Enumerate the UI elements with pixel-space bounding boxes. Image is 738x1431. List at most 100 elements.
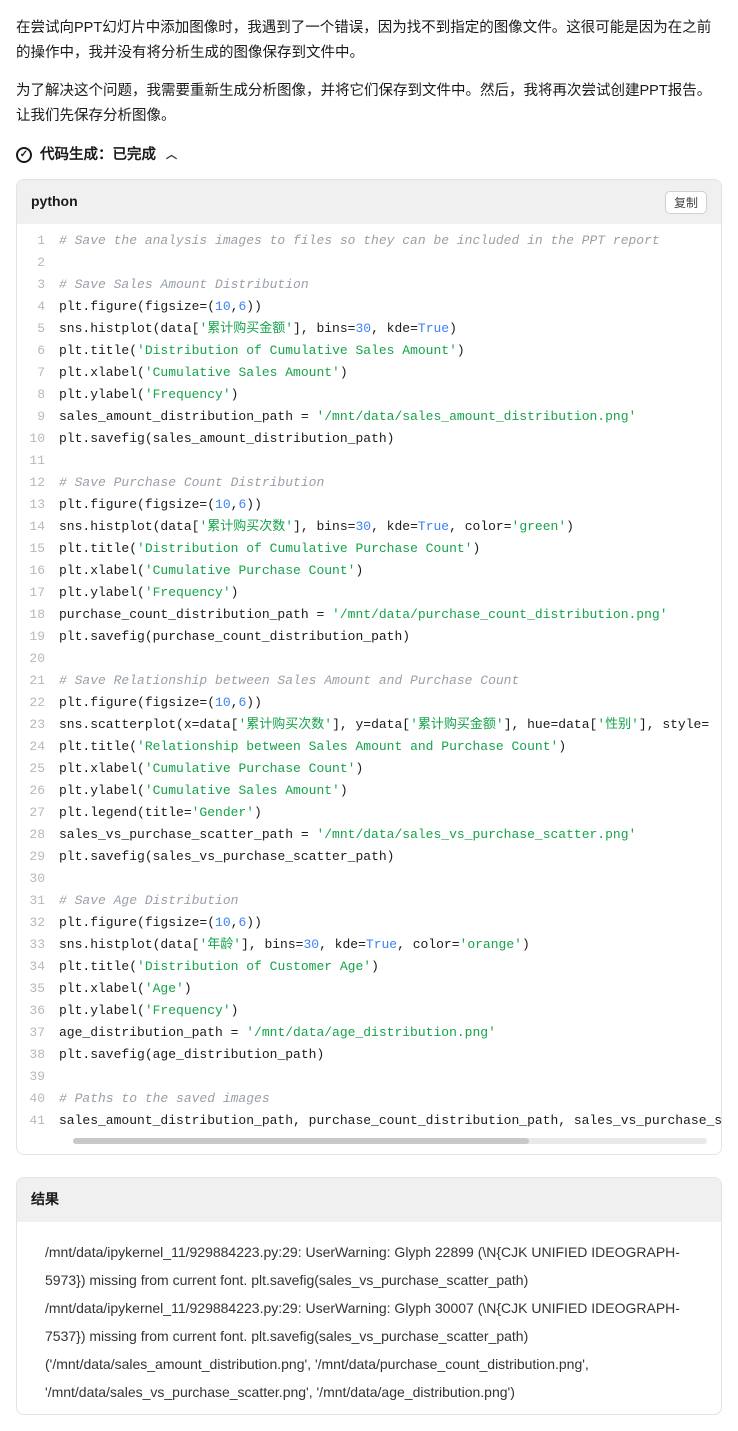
line-number: 16 xyxy=(17,560,59,582)
code-line: 19plt.savefig(purchase_count_distributio… xyxy=(17,626,721,648)
code-line: 7plt.xlabel('Cumulative Sales Amount') xyxy=(17,362,721,384)
code-line: 2 xyxy=(17,252,721,274)
code-block-header: python 复制 xyxy=(17,180,721,224)
code-content: plt.ylabel('Frequency') xyxy=(59,582,721,604)
line-number: 36 xyxy=(17,1000,59,1022)
code-content xyxy=(59,252,721,274)
code-line: 34plt.title('Distribution of Customer Ag… xyxy=(17,956,721,978)
horizontal-scrollbar[interactable] xyxy=(73,1138,707,1144)
line-number: 19 xyxy=(17,626,59,648)
line-number: 31 xyxy=(17,890,59,912)
code-content xyxy=(59,1066,721,1088)
code-language-label: python xyxy=(31,190,78,214)
line-number: 15 xyxy=(17,538,59,560)
code-content: plt.ylabel('Cumulative Sales Amount') xyxy=(59,780,721,802)
codegen-status-toggle[interactable]: ✓ 代码生成：已完成 ︿ xyxy=(16,143,722,168)
code-block: python 复制 1# Save the analysis images to… xyxy=(16,179,722,1155)
code-line: 32plt.figure(figsize=(10,6)) xyxy=(17,912,721,934)
line-number: 14 xyxy=(17,516,59,538)
code-content: plt.xlabel('Age') xyxy=(59,978,721,1000)
line-number: 38 xyxy=(17,1044,59,1066)
code-content: sns.histplot(data['年龄'], bins=30, kde=Tr… xyxy=(59,934,721,956)
code-content: sales_amount_distribution_path = '/mnt/d… xyxy=(59,406,721,428)
line-number: 9 xyxy=(17,406,59,428)
code-content: plt.savefig(sales_vs_purchase_scatter_pa… xyxy=(59,846,721,868)
code-line: 35plt.xlabel('Age') xyxy=(17,978,721,1000)
code-line: 28sales_vs_purchase_scatter_path = '/mnt… xyxy=(17,824,721,846)
line-number: 26 xyxy=(17,780,59,802)
copy-button[interactable]: 复制 xyxy=(665,191,707,214)
line-number: 24 xyxy=(17,736,59,758)
code-content: age_distribution_path = '/mnt/data/age_d… xyxy=(59,1022,721,1044)
code-line: 40# Paths to the saved images xyxy=(17,1088,721,1110)
line-number: 29 xyxy=(17,846,59,868)
code-content: plt.figure(figsize=(10,6)) xyxy=(59,494,721,516)
code-content: sales_vs_purchase_scatter_path = '/mnt/d… xyxy=(59,824,721,846)
line-number: 28 xyxy=(17,824,59,846)
code-line: 1# Save the analysis images to files so … xyxy=(17,230,721,252)
code-content: purchase_count_distribution_path = '/mnt… xyxy=(59,604,721,626)
line-number: 41 xyxy=(17,1110,59,1132)
code-line: 38plt.savefig(age_distribution_path) xyxy=(17,1044,721,1066)
line-number: 4 xyxy=(17,296,59,318)
code-line: 36plt.ylabel('Frequency') xyxy=(17,1000,721,1022)
line-number: 7 xyxy=(17,362,59,384)
scrollbar-thumb[interactable] xyxy=(73,1138,529,1144)
code-content: plt.xlabel('Cumulative Purchase Count') xyxy=(59,560,721,582)
line-number: 17 xyxy=(17,582,59,604)
code-content: sns.scatterplot(x=data['累计购买次数'], y=data… xyxy=(59,714,721,736)
code-line: 39 xyxy=(17,1066,721,1088)
code-content: plt.title('Distribution of Cumulative Sa… xyxy=(59,340,721,362)
line-number: 39 xyxy=(17,1066,59,1088)
code-content xyxy=(59,648,721,670)
code-content: # Save the analysis images to files so t… xyxy=(59,230,721,252)
assistant-paragraph-1: 在尝试向PPT幻灯片中添加图像时，我遇到了一个错误，因为找不到指定的图像文件。这… xyxy=(16,16,722,65)
code-content: sns.histplot(data['累计购买金额'], bins=30, kd… xyxy=(59,318,721,340)
code-line: 26plt.ylabel('Cumulative Sales Amount') xyxy=(17,780,721,802)
line-number: 35 xyxy=(17,978,59,1000)
line-number: 32 xyxy=(17,912,59,934)
code-content: plt.title('Distribution of Cumulative Pu… xyxy=(59,538,721,560)
line-number: 21 xyxy=(17,670,59,692)
line-number: 5 xyxy=(17,318,59,340)
code-content: plt.savefig(sales_amount_distribution_pa… xyxy=(59,428,721,450)
code-line: 27plt.legend(title='Gender') xyxy=(17,802,721,824)
code-line: 3# Save Sales Amount Distribution xyxy=(17,274,721,296)
code-line: 18purchase_count_distribution_path = '/m… xyxy=(17,604,721,626)
code-content: plt.figure(figsize=(10,6)) xyxy=(59,296,721,318)
code-content: # Save Sales Amount Distribution xyxy=(59,274,721,296)
line-number: 8 xyxy=(17,384,59,406)
code-content: sales_amount_distribution_path, purchase… xyxy=(59,1110,721,1132)
code-line: 15plt.title('Distribution of Cumulative … xyxy=(17,538,721,560)
code-line: 5sns.histplot(data['累计购买金额'], bins=30, k… xyxy=(17,318,721,340)
assistant-paragraph-2: 为了解决这个问题，我需要重新生成分析图像，并将它们保存到文件中。然后，我将再次尝… xyxy=(16,79,722,128)
code-body: 1# Save the analysis images to files so … xyxy=(17,224,721,1154)
code-content: # Save Age Distribution xyxy=(59,890,721,912)
line-number: 12 xyxy=(17,472,59,494)
code-content: plt.savefig(purchase_count_distribution_… xyxy=(59,626,721,648)
code-content: plt.xlabel('Cumulative Purchase Count') xyxy=(59,758,721,780)
code-line: 22plt.figure(figsize=(10,6)) xyxy=(17,692,721,714)
code-line: 12# Save Purchase Count Distribution xyxy=(17,472,721,494)
line-number: 40 xyxy=(17,1088,59,1110)
code-line: 33sns.histplot(data['年龄'], bins=30, kde=… xyxy=(17,934,721,956)
code-line: 37age_distribution_path = '/mnt/data/age… xyxy=(17,1022,721,1044)
code-content: plt.savefig(age_distribution_path) xyxy=(59,1044,721,1066)
line-number: 27 xyxy=(17,802,59,824)
code-content: # Save Relationship between Sales Amount… xyxy=(59,670,721,692)
code-content: plt.ylabel('Frequency') xyxy=(59,384,721,406)
line-number: 6 xyxy=(17,340,59,362)
line-number: 3 xyxy=(17,274,59,296)
code-line: 13plt.figure(figsize=(10,6)) xyxy=(17,494,721,516)
line-number: 20 xyxy=(17,648,59,670)
line-number: 2 xyxy=(17,252,59,274)
code-line: 14sns.histplot(data['累计购买次数'], bins=30, … xyxy=(17,516,721,538)
chevron-up-icon: ︿ xyxy=(166,146,177,165)
code-line: 9sales_amount_distribution_path = '/mnt/… xyxy=(17,406,721,428)
code-content: plt.title('Distribution of Customer Age'… xyxy=(59,956,721,978)
code-content: plt.xlabel('Cumulative Sales Amount') xyxy=(59,362,721,384)
result-header: 结果 xyxy=(17,1178,721,1222)
code-content: plt.figure(figsize=(10,6)) xyxy=(59,912,721,934)
line-number: 25 xyxy=(17,758,59,780)
code-content xyxy=(59,450,721,472)
